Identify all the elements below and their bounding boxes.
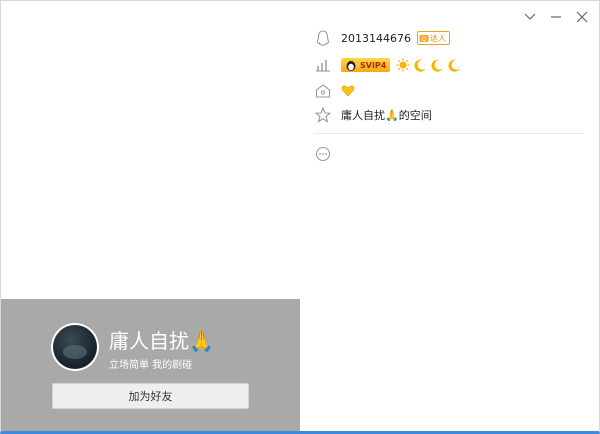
minimize-button[interactable] <box>546 9 566 25</box>
right-panel: 2013144676 Q 达人 SVIP4 庸人自扰🙏的空间 <box>300 1 599 431</box>
minimize-icon <box>551 16 561 18</box>
star-icon <box>314 106 332 124</box>
level-chart-icon <box>314 56 332 74</box>
divider <box>314 133 584 134</box>
space-link[interactable]: 庸人自扰🙏的空间 <box>341 107 432 123</box>
profile-window: 庸人自扰🙏 立场简单 我的剧碰 加为好友 2013144676 Q 达人 SVI… <box>0 0 600 434</box>
nickname: 庸人自扰🙏 <box>109 329 214 353</box>
home-row <box>314 81 355 101</box>
gold-heart-icon[interactable] <box>341 85 355 97</box>
talent-icon: Q <box>419 34 429 43</box>
avatar-image <box>53 325 97 369</box>
close-button[interactable] <box>572 9 592 25</box>
talent-badge-label: 达人 <box>430 33 446 43</box>
more-row <box>314 144 341 164</box>
level-icons[interactable] <box>396 58 461 72</box>
space-row: 庸人自扰🙏的空间 <box>314 105 432 125</box>
moon-icon <box>431 59 444 72</box>
moon-icon <box>414 59 427 72</box>
penguin-crown-icon <box>346 59 356 71</box>
qq-number-row: 2013144676 Q 达人 <box>314 28 450 48</box>
talent-badge[interactable]: Q 达人 <box>417 31 450 45</box>
collapse-button[interactable] <box>520 9 540 25</box>
level-row: SVIP4 <box>314 55 461 75</box>
chevron-down-icon <box>524 13 536 20</box>
svip-label: SVIP4 <box>360 60 387 70</box>
svip-badge[interactable]: SVIP4 <box>341 58 391 72</box>
add-friend-button[interactable]: 加为好友 <box>52 383 249 409</box>
profile-card: 庸人自扰🙏 立场简单 我的剧碰 加为好友 <box>1 299 300 431</box>
home-icon <box>314 82 332 100</box>
more-button[interactable] <box>314 145 332 163</box>
avatar[interactable] <box>51 323 99 371</box>
svg-text:Q: Q <box>422 36 427 43</box>
penguin-outline-icon <box>314 29 332 47</box>
moon-icon <box>448 59 461 72</box>
signature: 立场简单 我的剧碰 <box>109 360 193 371</box>
more-icon <box>315 146 331 162</box>
sun-icon <box>396 58 410 72</box>
window-controls <box>520 9 592 25</box>
close-icon <box>576 11 588 23</box>
left-panel: 庸人自扰🙏 立场简单 我的剧碰 加为好友 <box>1 1 300 431</box>
qq-number: 2013144676 <box>341 31 411 45</box>
